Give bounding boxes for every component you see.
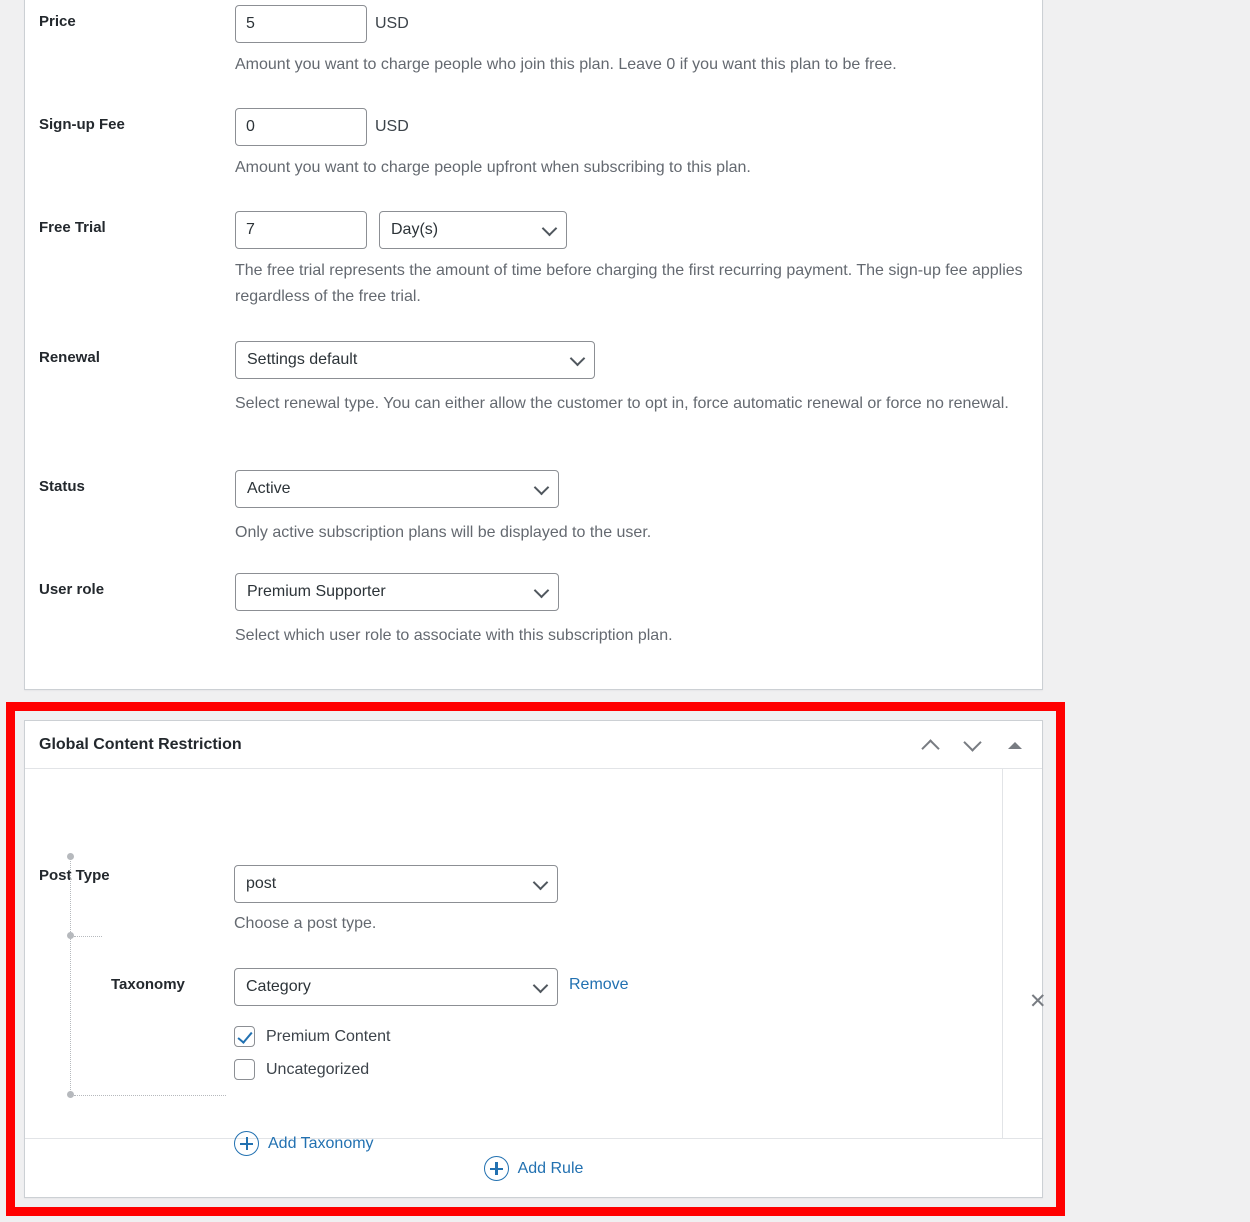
- user-role-select-value: Premium Supporter: [247, 583, 386, 600]
- post-type-help-text: Choose a post type.: [234, 915, 377, 932]
- price-unit: USD: [375, 15, 409, 32]
- free-trial-control-line: Day(s): [235, 211, 1029, 249]
- price-label: Price: [39, 13, 76, 30]
- rule-tree-node-dot: [67, 853, 74, 860]
- post-type-select-value: post: [246, 875, 277, 892]
- global-content-restriction-panel: Global Content Restriction ✕ Post Type p…: [24, 720, 1047, 1198]
- post-type-select[interactable]: post: [234, 865, 558, 903]
- restriction-panel-footer: Add Rule: [25, 1138, 1042, 1198]
- field-row-renewal: Renewal Settings default Select renewal …: [39, 341, 1029, 417]
- signup-fee-body: USD Amount you want to charge people upf…: [235, 108, 1029, 181]
- add-taxonomy-button[interactable]: Add Taxonomy: [234, 1131, 374, 1156]
- price-help-text: Amount you want to charge people who joi…: [235, 56, 897, 73]
- signup-fee-unit: USD: [375, 118, 409, 135]
- post-type-label: Post Type: [39, 867, 110, 884]
- renewal-help-text: Select renewal type. You can either allo…: [235, 395, 1009, 412]
- checkbox-icon[interactable]: [234, 1059, 255, 1080]
- taxonomy-remove-link[interactable]: Remove: [569, 976, 629, 994]
- renewal-body: Settings default Select renewal type. Yo…: [235, 341, 1029, 417]
- add-taxonomy-label: Add Taxonomy: [268, 1134, 374, 1152]
- rule-tree-branch-line: [74, 1095, 226, 1096]
- taxonomy-label: Taxonomy: [111, 976, 185, 993]
- restriction-panel-header-actions: [918, 732, 1028, 758]
- plus-circle-icon: [234, 1131, 259, 1156]
- free-trial-body: Day(s) The free trial represents the amo…: [235, 211, 1029, 310]
- user-role-body: Premium Supporter Select which user role…: [235, 573, 1029, 649]
- user-role-select[interactable]: Premium Supporter: [235, 573, 559, 611]
- user-role-help-text: Select which user role to associate with…: [235, 627, 673, 644]
- status-help-text: Only active subscription plans will be d…: [235, 524, 652, 541]
- rule-tree-vertical-line: [70, 856, 71, 1094]
- restriction-panel-title: Global Content Restriction: [39, 735, 242, 753]
- chevron-down-icon[interactable]: [960, 732, 986, 758]
- renewal-select-value: Settings default: [247, 351, 358, 368]
- add-rule-button[interactable]: Add Rule: [483, 1156, 584, 1181]
- chevron-up-icon[interactable]: [918, 732, 944, 758]
- taxonomy-term-premium-content[interactable]: Premium Content: [234, 1026, 391, 1047]
- taxonomy-select-value: Category: [246, 978, 311, 995]
- free-trial-label: Free Trial: [39, 219, 106, 236]
- status-label: Status: [39, 478, 85, 495]
- restriction-rule: ✕ Post Type post Choose a post type. Tax…: [25, 769, 1047, 1156]
- renewal-label: Renewal: [39, 349, 100, 366]
- plus-circle-icon: [483, 1156, 509, 1181]
- checkbox-icon[interactable]: [234, 1026, 255, 1047]
- field-row-user-role: User role Premium Supporter Select which…: [39, 573, 1029, 649]
- restriction-panel-header: Global Content Restriction: [25, 721, 1042, 769]
- field-row-status: Status Active Only active subscription p…: [39, 470, 1029, 546]
- signup-fee-input[interactable]: [235, 108, 367, 146]
- rule-tree-node-dot: [67, 1091, 74, 1098]
- restriction-panel-body: ✕ Post Type post Choose a post type. Tax…: [25, 769, 1047, 1156]
- field-row-signup-fee: Sign-up Fee USD Amount you want to charg…: [39, 108, 1029, 181]
- free-trial-amount-input[interactable]: [235, 211, 367, 249]
- signup-fee-help-text: Amount you want to charge people upfront…: [235, 159, 751, 176]
- taxonomy-term-uncategorized[interactable]: Uncategorized: [234, 1059, 369, 1080]
- renewal-select[interactable]: Settings default: [235, 341, 595, 379]
- add-rule-label: Add Rule: [517, 1159, 584, 1177]
- signup-fee-control-line: USD: [235, 108, 1029, 146]
- subscription-plan-settings-panel: Price USD Amount you want to charge peop…: [24, 0, 1043, 690]
- price-body: USD Amount you want to charge people who…: [235, 5, 1029, 78]
- status-body: Active Only active subscription plans wi…: [235, 470, 1029, 546]
- price-control-line: USD: [235, 5, 1029, 43]
- status-select-value: Active: [247, 480, 291, 497]
- taxonomy-term-label: Uncategorized: [266, 1060, 370, 1078]
- taxonomy-term-label: Premium Content: [266, 1027, 391, 1045]
- rule-actions-column: ✕: [1002, 769, 1047, 1138]
- triangle-up-icon[interactable]: [1002, 732, 1028, 758]
- field-row-free-trial: Free Trial Day(s) The free trial represe…: [39, 211, 1029, 310]
- rule-tree-branch-line: [74, 936, 102, 937]
- free-trial-help-text: The free trial represents the amount of …: [235, 262, 1023, 305]
- price-input[interactable]: [235, 5, 367, 43]
- free-trial-period-value: Day(s): [391, 221, 439, 238]
- field-row-price: Price USD Amount you want to charge peop…: [39, 5, 1029, 78]
- taxonomy-select[interactable]: Category: [234, 968, 558, 1006]
- free-trial-period-select[interactable]: Day(s): [379, 211, 567, 249]
- user-role-label: User role: [39, 581, 105, 598]
- signup-fee-label: Sign-up Fee: [39, 116, 125, 133]
- rule-tree-node-dot: [67, 932, 74, 939]
- close-icon[interactable]: ✕: [1029, 991, 1047, 1012]
- status-select[interactable]: Active: [235, 470, 559, 508]
